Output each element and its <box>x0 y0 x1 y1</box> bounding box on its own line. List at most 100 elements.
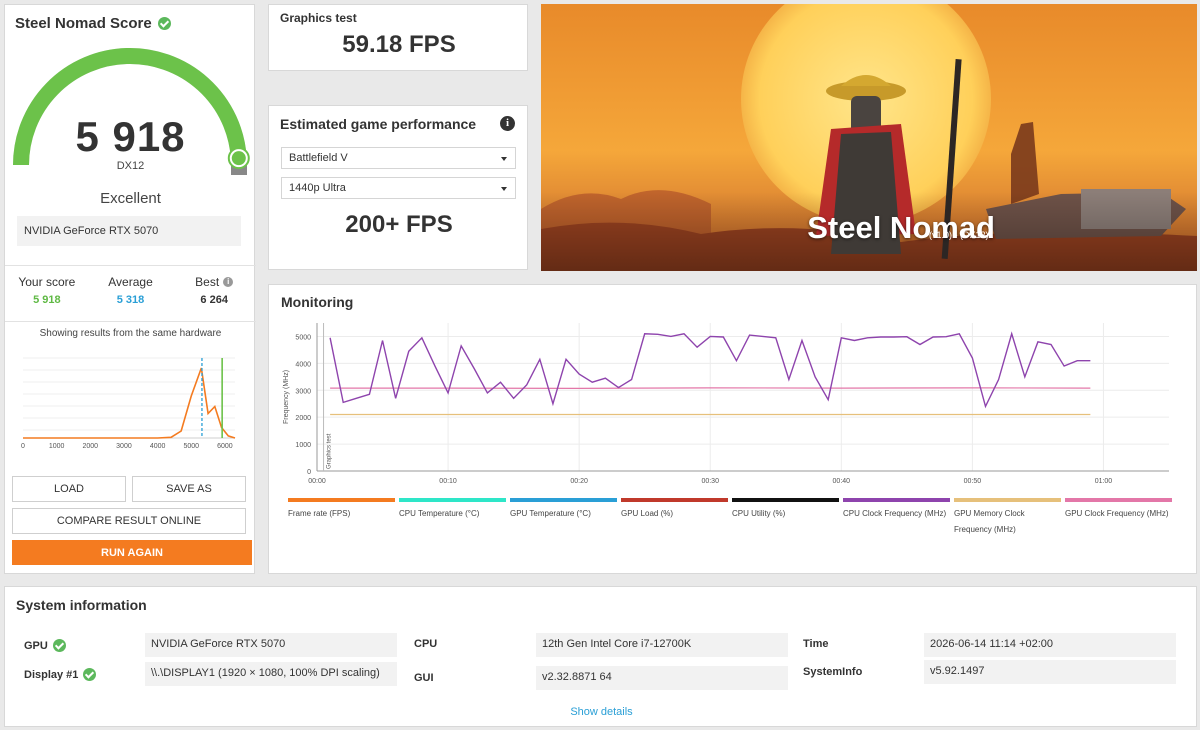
legend-label: GPU Clock Frequency (MHz) <box>1065 509 1169 518</box>
legend-item[interactable]: GPU Memory Clock Frequency (MHz) <box>954 498 1061 538</box>
x-tick-label: 00:30 <box>701 478 719 485</box>
check-icon <box>83 668 97 681</box>
histogram-tick-label: 6000 <box>217 443 233 450</box>
monitoring-chart: 0 1000 2000 3000 4000 5000 00:00 00:10 00:20 00:3… <box>283 323 1169 485</box>
legend-label: GPU Load (%) <box>621 509 674 518</box>
legend-label: CPU Clock Frequency (MHz) <box>843 509 947 518</box>
y-tick-label: 4000 <box>295 361 311 368</box>
legend-swatch <box>510 498 617 502</box>
display-label-text: Display #1 <box>24 668 79 681</box>
legend-item[interactable]: GPU Load (%) <box>621 498 728 538</box>
stat-value: 6 264 <box>200 294 228 306</box>
gui-value: v2.32.8871 64 <box>536 666 788 690</box>
stat-your-score: Your score 5 918 <box>5 275 89 306</box>
y-tick-label: 5000 <box>295 334 311 341</box>
estimated-performance-card: Estimated game performance i Battlefield… <box>268 105 528 270</box>
histogram-tick-label: 4000 <box>150 443 166 450</box>
stat-label: Average <box>108 275 153 289</box>
system-info-card: System information GPU NVIDIA GeForce RT… <box>4 586 1197 727</box>
chevron-down-icon <box>501 157 507 161</box>
y-axis-label: Frequency (MHz) <box>283 370 290 424</box>
x-tick-label: 00:20 <box>570 478 588 485</box>
divider <box>5 265 256 266</box>
y-tick-label: 3000 <box>295 388 311 395</box>
legend-swatch <box>843 498 950 502</box>
show-details-link[interactable]: Show details <box>5 706 1198 718</box>
legend-swatch <box>954 498 1061 502</box>
score-card: Steel Nomad Score 5 918 DX12 Excellent N… <box>4 4 256 574</box>
time-label: Time <box>803 638 829 650</box>
display-label: Display #1 <box>24 668 97 681</box>
histogram-caption: Showing results from the same hardware <box>39 328 222 339</box>
hardware-name: NVIDIA GeForce RTX 5070 <box>17 216 241 246</box>
score-api: DX12 <box>116 160 145 172</box>
histogram-line <box>23 367 236 439</box>
check-icon <box>52 639 66 652</box>
monitoring-title: Monitoring <box>281 294 354 310</box>
legend-item[interactable]: CPU Utility (%) <box>732 498 839 538</box>
gui-label: GUI <box>414 672 434 684</box>
compare-result-online-button[interactable]: COMPARE RESULT ONLINE <box>12 508 246 534</box>
info-icon[interactable]: i <box>223 277 234 287</box>
legend-swatch <box>288 498 395 502</box>
histogram-tick-label: 1000 <box>49 443 65 450</box>
time-value: 2026-06-14 11:14 +02:00 <box>924 633 1176 657</box>
game-select[interactable]: Battlefield V <box>281 147 516 169</box>
save-as-button[interactable]: SAVE AS <box>132 476 246 502</box>
histogram-tick-label: 2000 <box>83 443 99 450</box>
score-value: 5 918 <box>75 113 186 160</box>
legend-item[interactable]: CPU Clock Frequency (MHz) <box>843 498 950 538</box>
y-tick-label: 1000 <box>295 442 311 449</box>
cpu-label: CPU <box>414 638 438 650</box>
histogram-tick-label: 3000 <box>116 443 132 450</box>
y-tick-label: 2000 <box>295 415 311 422</box>
legend-swatch <box>732 498 839 502</box>
benchmark-hero-image: Steel Nomad (v1.0) - (DX12) <box>541 4 1197 271</box>
graphics-test-card: Graphics test 59.18 FPS <box>268 4 528 71</box>
monitoring-legend: Frame rate (FPS) CPU Temperature (°C) GPU … <box>288 498 1172 538</box>
run-again-button[interactable]: RUN AGAIN <box>12 540 252 565</box>
stat-label-text: Best <box>195 275 220 289</box>
stat-value: 5 318 <box>116 294 145 306</box>
gpu-label: GPU <box>24 639 66 652</box>
stat-average: Average 5 318 <box>89 275 173 306</box>
score-title-text: Steel Nomad Score <box>15 15 152 32</box>
x-tick-label: 00:50 <box>964 478 982 485</box>
legend-item[interactable]: GPU Clock Frequency (MHz) <box>1065 498 1172 538</box>
settings-select[interactable]: 1440p Ultra <box>281 177 516 199</box>
legend-item[interactable]: Frame rate (FPS) <box>288 498 395 538</box>
stat-best: Best i 6 264 <box>172 275 256 306</box>
systeminfo-value: v5.92.1497 <box>924 660 1176 684</box>
monitoring-card: Monitoring 0 1000 2000 3000 4000 5000 00:00 00:… <box>268 284 1197 574</box>
score-title: Steel Nomad Score <box>15 15 171 32</box>
score-stats: Your score 5 918 Average 5 318 Best i 6 … <box>5 275 256 306</box>
legend-swatch <box>399 498 506 502</box>
estimated-performance-title: Estimated game performance <box>280 116 477 132</box>
check-icon <box>157 17 171 30</box>
x-tick-label: 00:40 <box>833 478 851 485</box>
estimated-fps: 200+ FPS <box>345 211 453 238</box>
legend-label: CPU Utility (%) <box>732 509 786 518</box>
systeminfo-label: SystemInfo <box>803 666 863 678</box>
info-icon[interactable]: i <box>500 116 515 131</box>
settings-select-value: 1440p Ultra <box>289 182 346 194</box>
histogram-tick-label: 0 <box>21 443 25 450</box>
game-select-value: Battlefield V <box>289 152 348 164</box>
gpu-clock-line <box>330 387 1091 389</box>
stat-label-best: Best i <box>172 275 256 289</box>
load-button[interactable]: LOAD <box>12 476 126 502</box>
graphics-test-value: 59.18 FPS <box>342 31 456 58</box>
legend-swatch <box>1065 498 1172 502</box>
hero-subtitle: (v1.0) - (DX12) <box>929 230 989 240</box>
legend-label: GPU Memory Clock Frequency (MHz) <box>954 509 1025 534</box>
legend-label: Frame rate (FPS) <box>288 509 351 518</box>
cpu-value: 12th Gen Intel Core i7-12700K <box>536 633 788 657</box>
x-tick-label: 00:00 <box>308 478 326 485</box>
histogram-tick-label: 5000 <box>183 443 199 450</box>
legend-item[interactable]: GPU Temperature (°C) <box>510 498 617 538</box>
x-tick-label: 00:10 <box>439 478 457 485</box>
system-info-title: System information <box>16 597 147 613</box>
gpu-value: NVIDIA GeForce RTX 5070 <box>145 633 397 657</box>
legend-item[interactable]: CPU Temperature (°C) <box>399 498 506 538</box>
legend-swatch <box>621 498 728 502</box>
